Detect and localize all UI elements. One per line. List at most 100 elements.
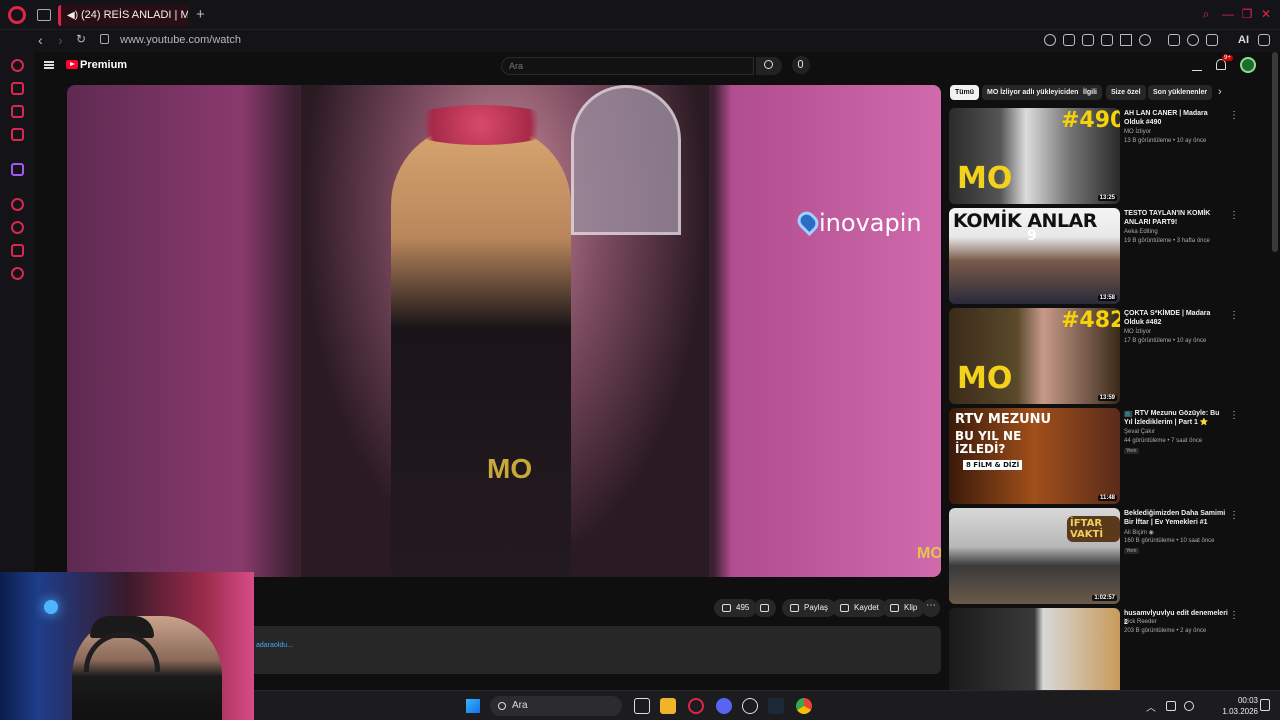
video-thumbnail[interactable]: KOMİK ANLAR 9 13:58 — [949, 208, 1120, 304]
back-arrow-icon[interactable]: ‹ — [38, 32, 43, 48]
new-tab-button[interactable]: + — [196, 6, 205, 23]
aria-sidebar-icon[interactable] — [11, 59, 24, 72]
video-thumbnail[interactable]: #482 MO 13:59 — [949, 308, 1120, 404]
video-player[interactable]: MO inovapin MO — [67, 85, 941, 577]
chevron-right-icon[interactable]: › — [1218, 86, 1222, 98]
speaker-icon[interactable]: ◀) — [67, 5, 78, 26]
pin-icon[interactable] — [1063, 34, 1075, 46]
video-title[interactable]: AH LAN CANER | Madara Olduk #490 — [1124, 109, 1228, 127]
recommendation-item[interactable]: İFTAR VAKTİ 1:02:57 Beklediğimizden Daha… — [949, 508, 1249, 604]
gmail-icon[interactable] — [11, 128, 24, 141]
clock-time[interactable]: 00:03 — [1222, 696, 1258, 705]
video-thumbnail[interactable]: #490 MO 13:25 — [949, 108, 1120, 204]
snapshot-icon[interactable] — [1082, 34, 1094, 46]
active-tab[interactable]: ◀) (24) REİS ANLADI | Ma — [58, 5, 188, 26]
tray-chevron-icon[interactable]: ︿ — [1146, 699, 1156, 714]
recommendation-item[interactable]: #490 MO 13:25 AH LAN CANER | Madara Oldu… — [949, 108, 1249, 204]
video-title[interactable]: 📺 RTV Mezunu Gözüyle: Bu Yıl İzledikleri… — [1124, 409, 1228, 427]
profile-icon[interactable] — [1187, 34, 1199, 46]
more-actions-button[interactable]: ⋯ — [922, 599, 940, 617]
youtube-premium-label[interactable]: Premium — [80, 59, 127, 71]
microphone-tray-icon[interactable] — [1166, 701, 1176, 711]
recommendation-item[interactable]: RTV MEZUNU BU YIL NE İZLEDİ? 8 FİLM & Dİ… — [949, 408, 1249, 504]
twitch-icon[interactable] — [11, 163, 24, 176]
history-icon[interactable] — [11, 221, 24, 234]
notification-center-icon[interactable] — [1260, 699, 1270, 711]
channel-name[interactable]: Aeka Editing — [1124, 229, 1158, 235]
player-sidebar-icon[interactable] — [11, 198, 24, 211]
extensions-sidebar-icon[interactable] — [11, 244, 24, 257]
kebab-menu-icon[interactable]: ⋮ — [1229, 110, 1239, 121]
video-title[interactable]: ÇOKTA S*KİMDE | Madara Olduk #482 — [1124, 309, 1228, 327]
task-view-icon[interactable] — [634, 698, 650, 714]
network-icon[interactable] — [1184, 701, 1194, 711]
file-explorer-icon[interactable] — [660, 698, 676, 714]
search-tabs-icon[interactable]: ⌕ — [1200, 8, 1212, 20]
windows-start-icon[interactable] — [466, 699, 480, 713]
video-title[interactable]: Beklediğimizden Daha Samimi Bir İftar | … — [1124, 509, 1228, 527]
search-button[interactable] — [756, 57, 782, 75]
kebab-menu-icon[interactable]: ⋮ — [1229, 310, 1239, 321]
kebab-menu-icon[interactable]: ⋮ — [1229, 410, 1239, 421]
crypto-wallet-icon[interactable] — [11, 82, 24, 95]
clip-button[interactable]: Klip — [882, 599, 926, 617]
search-input[interactable]: Ara — [501, 57, 754, 75]
chip-recent[interactable]: Son yüklenenler — [1148, 85, 1213, 100]
kebab-menu-icon[interactable]: ⋮ — [1229, 210, 1239, 221]
discord-icon[interactable] — [716, 698, 732, 714]
channel-name[interactable]: Kick Reeder — [1124, 619, 1157, 625]
maximize-button[interactable]: ❐ — [1241, 8, 1253, 20]
heart-icon[interactable] — [1139, 34, 1151, 46]
url-field[interactable]: www.youtube.com/watch — [120, 34, 241, 46]
recommendation-item[interactable]: #482 MO 13:59 ÇOKTA S*KİMDE | Madara Old… — [949, 308, 1249, 404]
channel-name[interactable]: Ali Biçim ◉ — [1124, 529, 1154, 536]
dislike-button[interactable] — [754, 599, 776, 617]
kebab-menu-icon[interactable]: ⋮ — [1229, 610, 1239, 621]
description-link[interactable]: adaraoldu... — [256, 642, 293, 649]
create-icon[interactable] — [1192, 59, 1202, 71]
adblock-icon[interactable] — [1101, 34, 1113, 46]
obs-icon[interactable] — [742, 698, 758, 714]
extensions-icon[interactable] — [1168, 34, 1180, 46]
lock-icon[interactable] — [100, 34, 109, 44]
aria-icon[interactable] — [1225, 34, 1237, 46]
avatar[interactable] — [1240, 57, 1256, 73]
steam-icon[interactable] — [768, 698, 784, 714]
video-thumbnail[interactable]: İFTAR VAKTİ 1:02:57 — [949, 508, 1120, 604]
channel-name[interactable]: MO İzliyor — [1124, 129, 1151, 135]
reload-icon[interactable]: ↻ — [76, 32, 86, 46]
like-button[interactable]: 495 — [714, 599, 758, 617]
minimize-button[interactable]: — — [1222, 8, 1234, 20]
video-title[interactable]: TESTO TAYLAN'IN KOMİK ANLARI PART9! — [1124, 209, 1228, 227]
kebab-menu-icon[interactable]: ⋮ — [1229, 510, 1239, 521]
taskbar-search[interactable]: Ara — [490, 696, 622, 716]
close-window-button[interactable]: ✕ — [1260, 8, 1272, 20]
download-icon[interactable] — [1206, 34, 1218, 46]
chip-for-you[interactable]: Size özel — [1106, 85, 1146, 100]
voice-search-button[interactable] — [792, 56, 810, 74]
recommendation-item[interactable]: KOMİK ANLAR 9 13:58 TESTO TAYLAN'IN KOMİ… — [949, 208, 1249, 304]
chip-from-uploader[interactable]: MO İzliyor adlı yükleyiciden — [982, 85, 1084, 100]
save-button[interactable]: Kaydet — [832, 599, 887, 617]
settings-icon[interactable] — [11, 267, 24, 280]
clock-date[interactable]: 1.03.2026 — [1206, 707, 1258, 716]
video-thumbnail[interactable] — [949, 608, 1120, 690]
video-thumbnail[interactable]: RTV MEZUNU BU YIL NE İZLEDİ? 8 FİLM & Dİ… — [949, 408, 1120, 504]
tab-manager-icon[interactable] — [37, 9, 51, 21]
menu-icon[interactable] — [1258, 34, 1270, 46]
recommendation-item[interactable]: husamvlyuvlyu edit denemeleri 2 Kick Ree… — [949, 608, 1249, 690]
chip-all[interactable]: Tümü — [950, 85, 980, 100]
hamburger-menu-icon[interactable] — [44, 61, 54, 69]
share-button[interactable]: Paylaş — [782, 599, 837, 617]
forward-arrow-icon[interactable]: › — [58, 32, 63, 48]
opera-taskbar-icon[interactable] — [688, 698, 704, 714]
messenger-icon[interactable] — [11, 105, 24, 118]
youtube-logo-icon[interactable] — [66, 60, 78, 69]
chrome-icon[interactable] — [796, 698, 812, 714]
chip-related[interactable]: İlgili — [1078, 85, 1102, 100]
channel-name[interactable]: Şeval Çakır — [1124, 429, 1155, 435]
ai-button[interactable]: AI — [1238, 34, 1249, 46]
channel-name[interactable]: MO İzliyor — [1124, 329, 1151, 335]
opera-logo-icon[interactable] — [8, 6, 26, 24]
page-scrollbar[interactable] — [1272, 52, 1278, 252]
